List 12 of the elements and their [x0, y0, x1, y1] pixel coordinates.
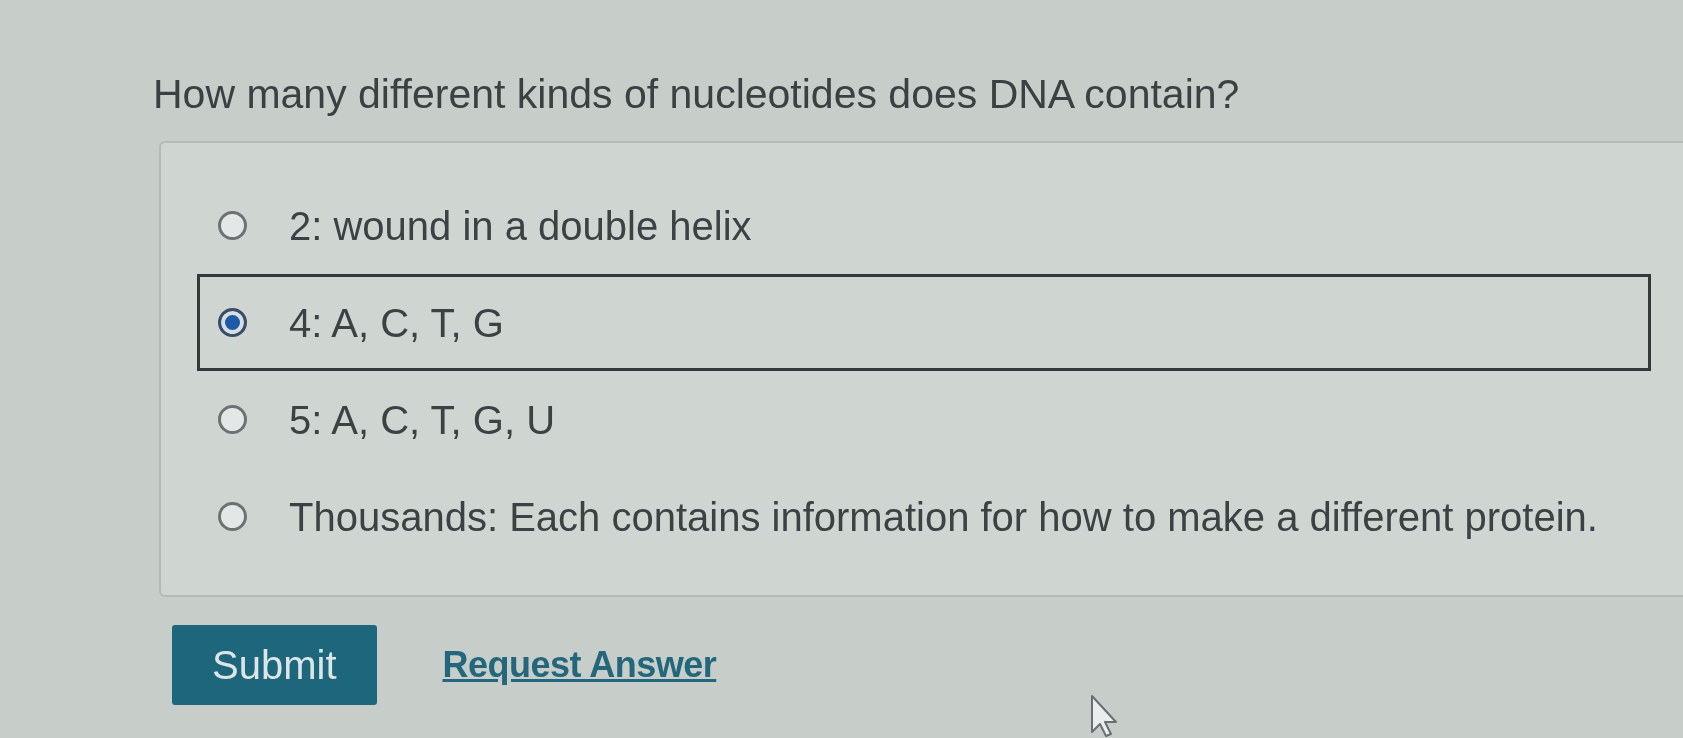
- option-label[interactable]: Thousands: Each contains information for how to make a different protein.: [289, 492, 1598, 541]
- mouse-pointer-icon: [1090, 694, 1118, 738]
- radio-button[interactable]: [218, 502, 247, 532]
- option-label[interactable]: 2: wound in a double helix: [289, 201, 752, 250]
- option-label[interactable]: 4: A, C, T, G: [289, 298, 504, 347]
- radio-button[interactable]: [218, 211, 247, 241]
- radio-button[interactable]: [218, 308, 247, 338]
- submit-button[interactable]: Submit: [172, 625, 377, 706]
- question-text: How many different kinds of nucleotides does DNA contain?: [153, 70, 1241, 119]
- radio-button[interactable]: [218, 405, 247, 435]
- request-answer-link[interactable]: Request Answer: [442, 638, 717, 693]
- option-label[interactable]: 5: A, C, T, G, U: [289, 395, 555, 444]
